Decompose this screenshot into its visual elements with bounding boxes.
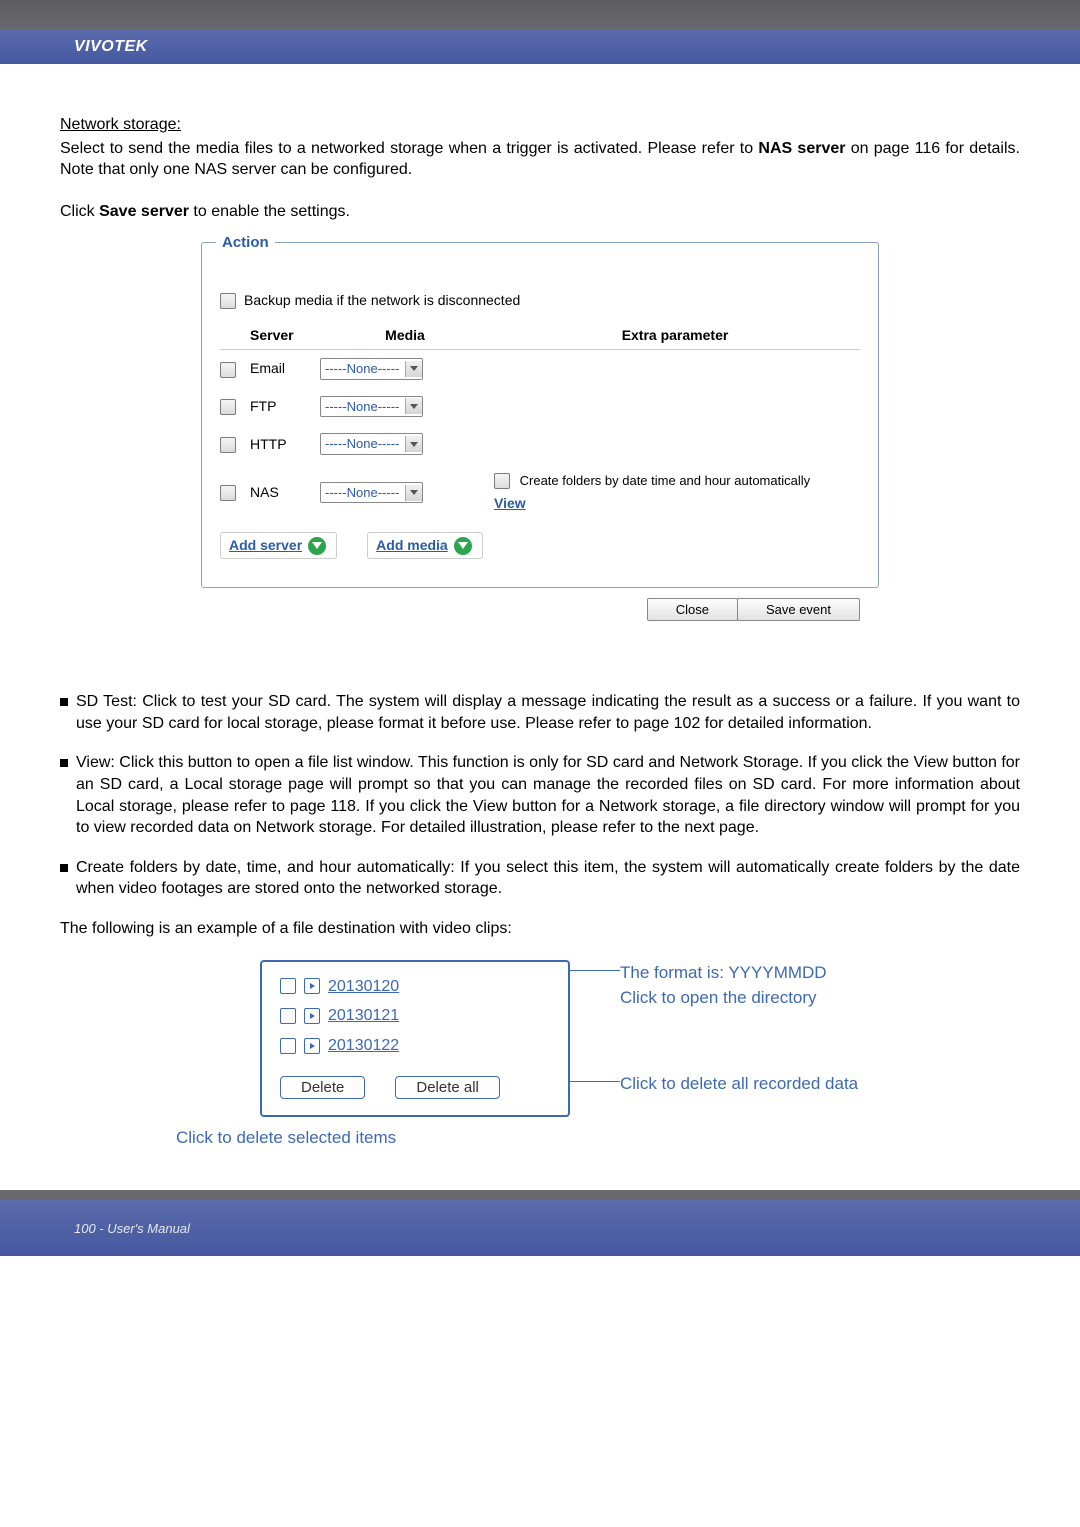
folder-link-2[interactable]: 20130122 (328, 1035, 399, 1057)
chevron-down-icon (405, 361, 422, 377)
bullet-list: SD Test: Click to test your SD card. The… (60, 691, 1020, 900)
add-row: Add server Add media (220, 522, 860, 559)
nas-media-value: -----None----- (325, 484, 399, 502)
folder-link-1[interactable]: 20130121 (328, 1005, 399, 1027)
action-panel: Action Backup media if the network is di… (201, 242, 879, 588)
folder-checkbox[interactable] (280, 978, 296, 994)
backup-checkbox[interactable] (220, 293, 236, 309)
note-del-all: Click to delete all recorded data (620, 1074, 858, 1093)
email-checkbox[interactable] (220, 362, 236, 378)
page-header: VIVOTEK (0, 0, 1080, 64)
header-inner: VIVOTEK (0, 30, 1080, 64)
email-media-value: -----None----- (325, 360, 399, 378)
bullet-icon (60, 864, 68, 872)
network-storage-title: Network storage: (60, 116, 181, 133)
add-server-button[interactable]: Add server (220, 532, 337, 559)
nas-label: NAS (250, 483, 320, 502)
delete-button[interactable]: Delete (280, 1076, 365, 1099)
head-server: Server (250, 326, 320, 345)
note-open: Click to open the directory (620, 985, 858, 1011)
bullet-sd-text: SD Test: Click to test your SD card. The… (76, 691, 1020, 734)
brand-logo: VIVOTEK (74, 38, 148, 56)
nas-extra: Create folders by date time and hour aut… (490, 471, 810, 515)
action-legend: Action (216, 233, 275, 253)
example-wrap: 20130120 20130121 20130122 Delete Delete… (260, 960, 1020, 1118)
http-media-value: -----None----- (325, 435, 399, 453)
email-label: Email (250, 359, 320, 378)
chevron-down-icon (405, 485, 422, 501)
nas-checkbox[interactable] (220, 485, 236, 501)
row-http: HTTP -----None----- (220, 425, 860, 463)
page-footer: 100 - User's Manual (0, 1190, 1080, 1256)
backup-label: Backup media if the network is disconnec… (244, 291, 520, 310)
example-intro: The following is an example of a file de… (60, 918, 1020, 940)
file-box: 20130120 20130121 20130122 Delete Delete… (260, 960, 570, 1118)
ftp-checkbox[interactable] (220, 399, 236, 415)
bullet-view-text: View: Click this button to open a file l… (76, 752, 1020, 838)
example-notes: The format is: YYYYMMDD Click to open th… (620, 960, 858, 1097)
open-folder-icon[interactable] (304, 978, 320, 994)
note-format-line: The format is: YYYYMMDD (620, 960, 858, 986)
ftp-media-select[interactable]: -----None----- (320, 396, 423, 418)
bullet-create-text: Create folders by date, time, and hour a… (76, 857, 1020, 900)
folder-checkbox[interactable] (280, 1008, 296, 1024)
page-content: Network storage: Select to send the medi… (0, 64, 1080, 1190)
down-arrow-icon (308, 537, 326, 555)
row-nas: NAS -----None----- Create folders by dat… (220, 463, 860, 523)
cs-c: to enable the settings. (189, 203, 350, 220)
email-media-select[interactable]: -----None----- (320, 358, 423, 380)
bullet-icon (60, 759, 68, 767)
note-del-selected: Click to delete selected items (176, 1127, 1020, 1150)
folder-row-1: 20130121 (280, 1005, 550, 1027)
bullet-sd: SD Test: Click to test your SD card. The… (60, 691, 1020, 734)
bullet-view: View: Click this button to open a file l… (60, 752, 1020, 838)
cs-bold: Save server (99, 203, 189, 220)
server-table-head: Server Media Extra parameter (220, 318, 860, 350)
backup-row: Backup media if the network is disconnec… (220, 283, 860, 318)
open-folder-icon[interactable] (304, 1038, 320, 1054)
row-email: Email -----None----- (220, 350, 860, 388)
nas-create-label: Create folders by date time and hour aut… (520, 473, 811, 488)
close-button[interactable]: Close (647, 598, 738, 621)
chevron-down-icon (405, 436, 422, 452)
ftp-media-value: -----None----- (325, 398, 399, 416)
nas-view-link[interactable]: View (494, 495, 526, 511)
down-arrow-icon (454, 537, 472, 555)
cs-a: Click (60, 203, 99, 220)
row-ftp: FTP -----None----- (220, 388, 860, 426)
footer-text: 100 - User's Manual (74, 1221, 190, 1236)
folder-checkbox[interactable] (280, 1038, 296, 1054)
add-media-button[interactable]: Add media (367, 532, 483, 559)
bullet-create: Create folders by date, time, and hour a… (60, 857, 1020, 900)
http-media-select[interactable]: -----None----- (320, 433, 423, 455)
delete-all-button[interactable]: Delete all (395, 1076, 500, 1099)
folder-row-0: 20130120 (280, 976, 550, 998)
ns-text-bold: NAS server (758, 140, 845, 157)
nas-create-checkbox[interactable] (494, 473, 510, 489)
note-del-all-line: Click to delete all recorded data (620, 1071, 858, 1097)
ftp-label: FTP (250, 397, 320, 416)
http-checkbox[interactable] (220, 437, 236, 453)
network-storage-paragraph: Select to send the media files to a netw… (60, 138, 1020, 181)
dialog-button-row: Close Save event (220, 598, 860, 621)
click-save-paragraph: Click Save server to enable the settings… (60, 201, 1020, 223)
open-folder-icon[interactable] (304, 1008, 320, 1024)
ns-text-a: Select to send the media files to a netw… (60, 140, 758, 157)
http-label: HTTP (250, 435, 320, 454)
delete-row: Delete Delete all (280, 1076, 550, 1099)
chevron-down-icon (405, 398, 422, 414)
head-media: Media (320, 326, 490, 345)
add-server-label: Add server (229, 536, 302, 555)
head-extra: Extra parameter (490, 326, 860, 345)
nas-media-select[interactable]: -----None----- (320, 482, 423, 504)
folder-row-2: 20130122 (280, 1035, 550, 1057)
note-format: The format is: YYYYMMDD (620, 963, 827, 982)
folder-link-0[interactable]: 20130120 (328, 976, 399, 998)
bullet-icon (60, 698, 68, 706)
save-event-button[interactable]: Save event (737, 598, 860, 621)
add-media-label: Add media (376, 536, 448, 555)
